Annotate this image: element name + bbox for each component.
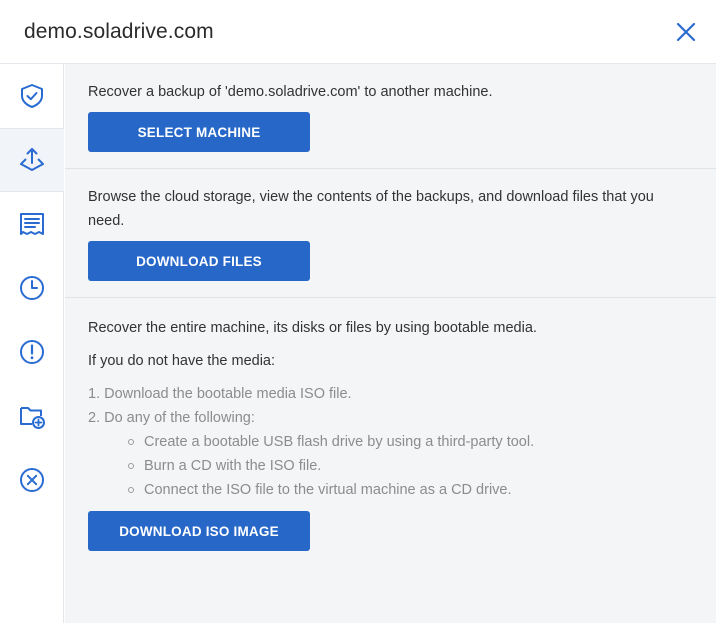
dialog-header: demo.soladrive.com [0,0,716,64]
option-vm: Connect the ISO file to the virtual mach… [88,478,693,502]
option-cd: Burn a CD with the ISO file. [88,454,693,478]
bootable-media-text: Recover the entire machine, its disks or… [88,320,537,336]
bullet [128,439,134,445]
report-list-icon [20,213,44,235]
sidebar-item-alerts[interactable] [0,320,64,384]
bullet [128,487,134,493]
sidebar-item-add-folder[interactable] [0,384,64,448]
sidebar-item-remove[interactable] [0,448,64,512]
download-iso-button[interactable]: DOWNLOAD ISO IMAGE [88,511,310,551]
recover-to-machine-text: Recover a backup of 'demo.soladrive.com'… [88,84,493,100]
close-icon[interactable] [674,20,698,44]
download-files-button[interactable]: DOWNLOAD FILES [88,241,310,281]
alert-circle-icon [20,340,44,364]
bootable-media-section: Recover the entire machine, its disks or… [65,298,716,551]
dialog-title: demo.soladrive.com [24,20,214,43]
clock-icon [20,276,44,300]
step-do-following: 2. Do any of the following: [88,410,255,426]
close-circle-icon [20,468,44,492]
step-download-iso: 1. Download the bootable media ISO file. [88,386,352,402]
recover-to-machine-section: Recover a backup of 'demo.soladrive.com'… [65,64,716,169]
download-files-text: Browse the cloud storage, view the conte… [88,189,654,229]
option-cd-text: Burn a CD with the ISO file. [144,458,322,474]
sidebar-item-protection[interactable] [0,64,64,128]
option-usb-text: Create a bootable USB flash drive by usi… [144,434,535,450]
no-media-heading: If you do not have the media: [88,353,276,369]
sidebar-item-recovery[interactable] [0,128,64,192]
sidebar-item-reports[interactable] [0,192,64,256]
folder-add-icon [20,407,45,429]
shield-check-icon [21,84,43,108]
select-machine-button[interactable]: SELECT MACHINE [88,112,310,152]
download-files-section: Browse the cloud storage, view the conte… [65,169,716,298]
bullet [128,463,134,469]
option-usb: Create a bootable USB flash drive by usi… [88,430,693,454]
sidebar-item-schedule[interactable] [0,256,64,320]
recovery-panel: Recover a backup of 'demo.soladrive.com'… [65,64,716,623]
option-vm-text: Connect the ISO file to the virtual mach… [144,482,512,498]
sidebar [0,64,64,623]
recovery-arrows-icon [20,148,44,171]
